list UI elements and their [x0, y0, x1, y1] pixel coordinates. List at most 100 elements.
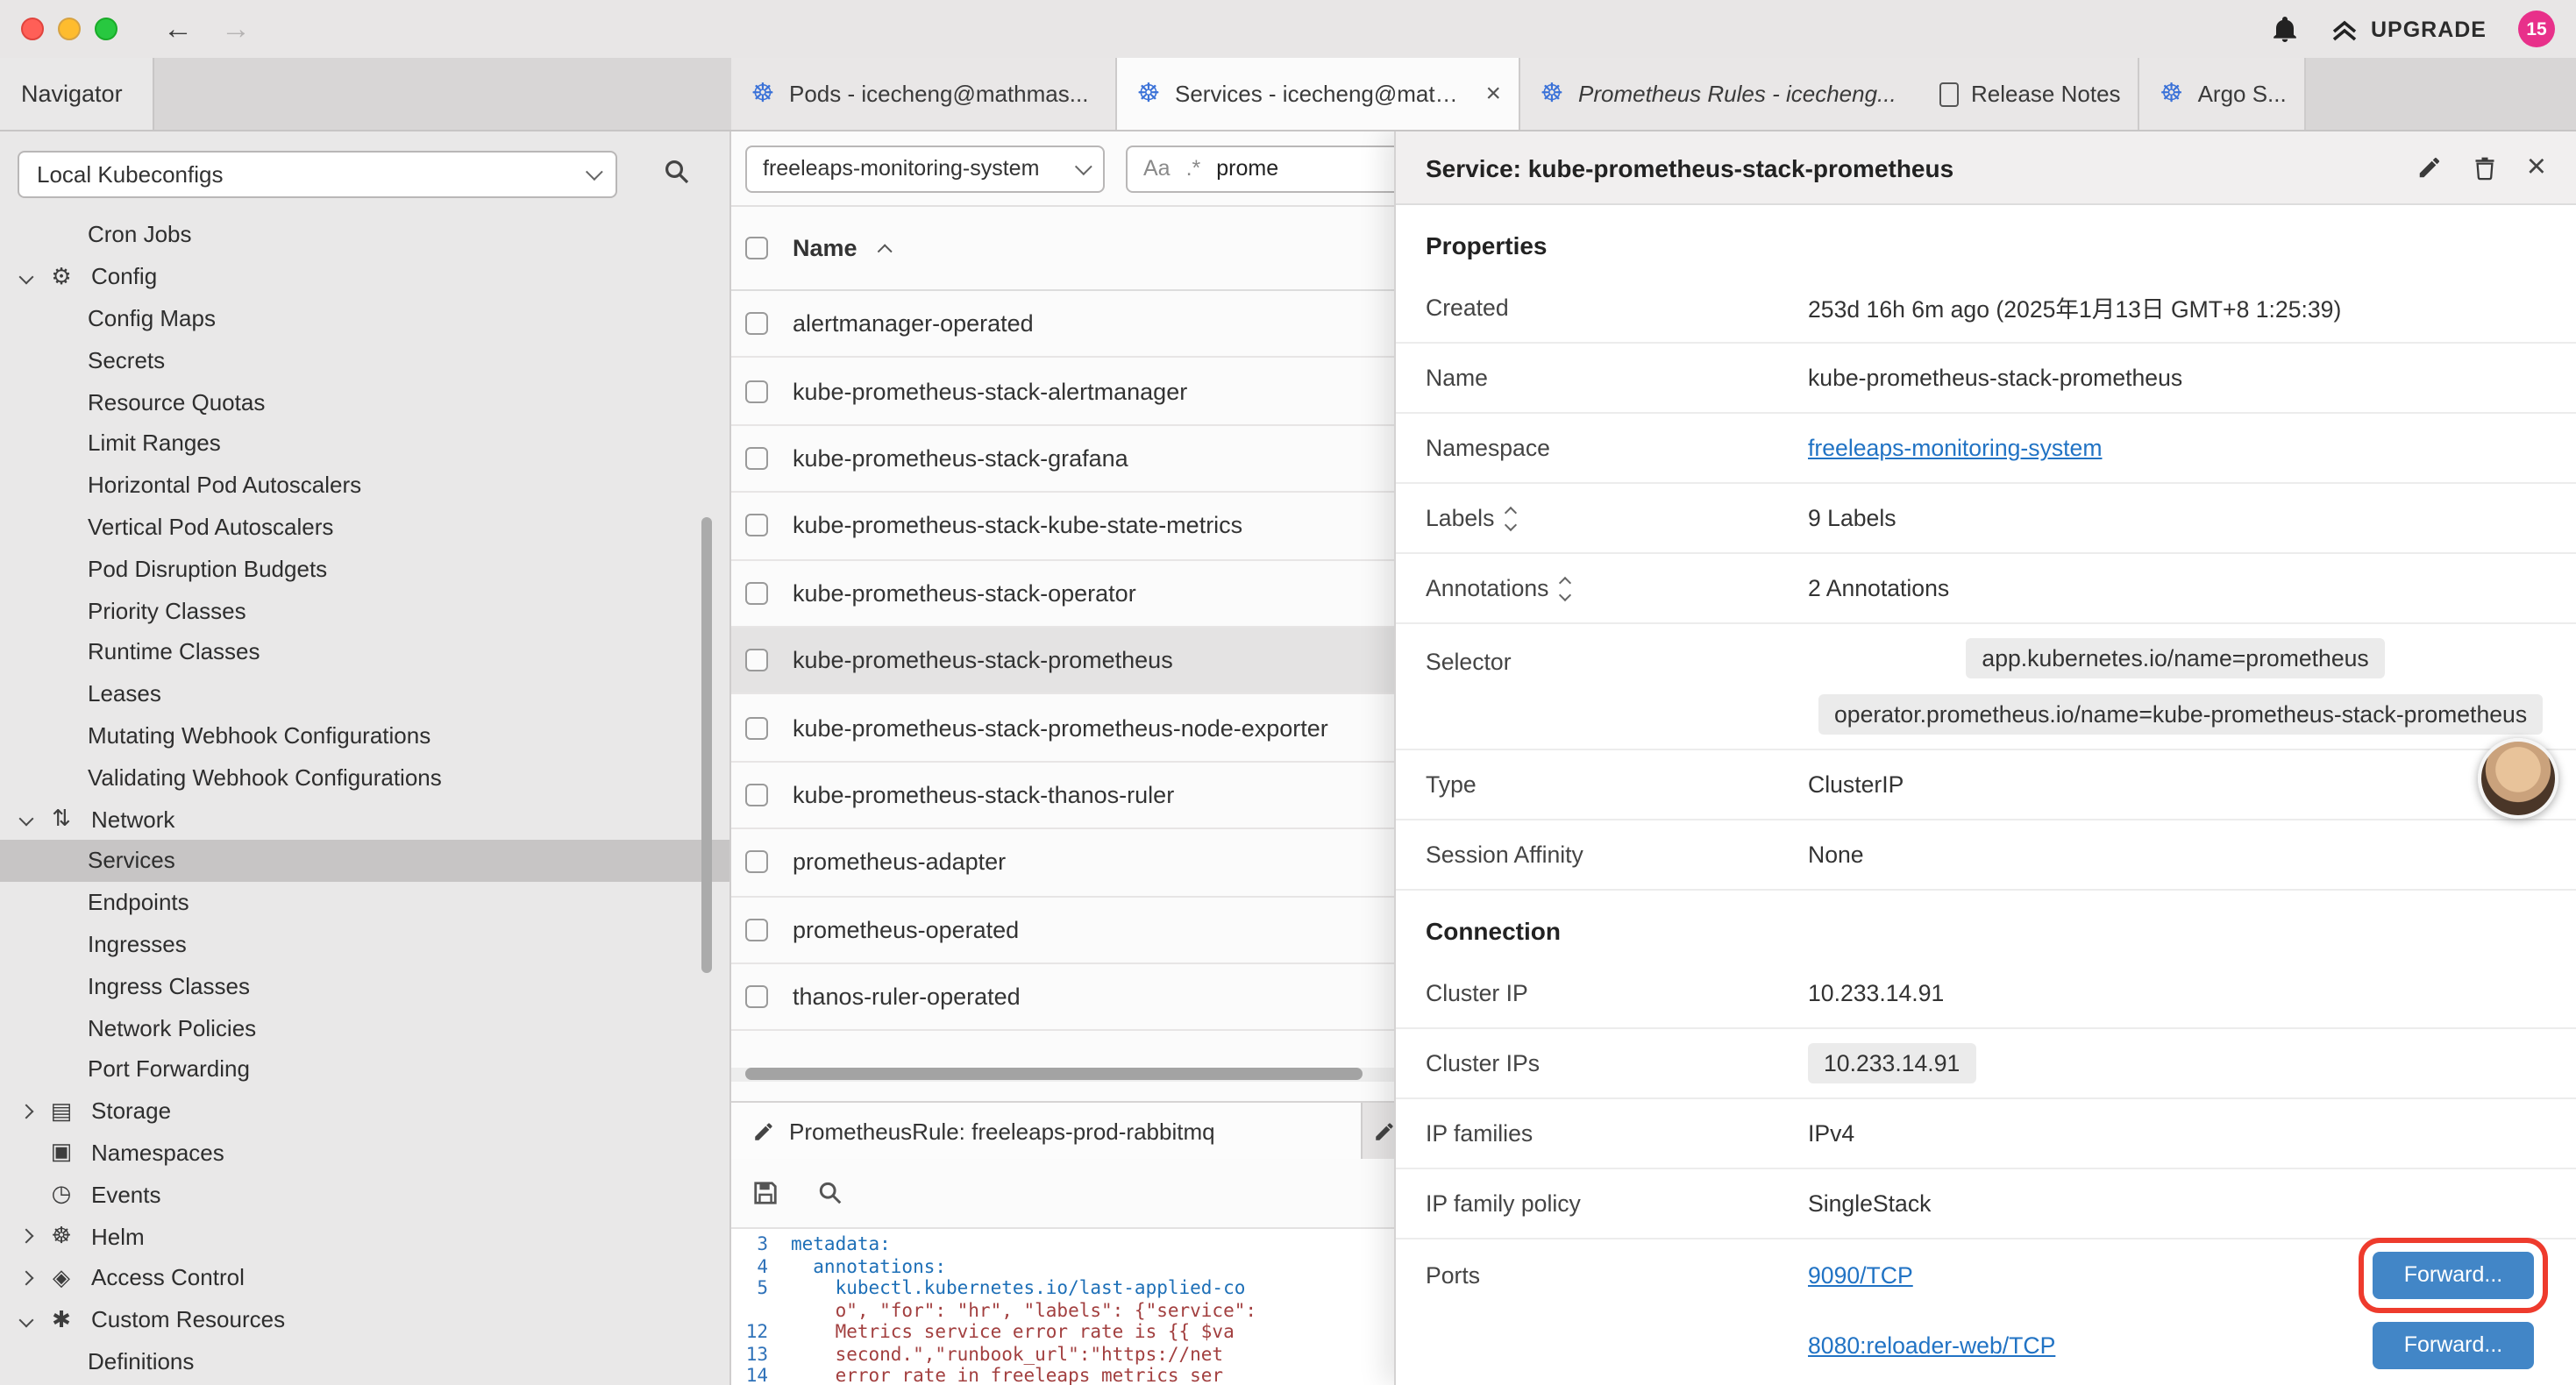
sidebar-item[interactable]: Resource Quotas [0, 380, 729, 423]
tree-item-icon [46, 1097, 77, 1125]
back-button[interactable] [163, 14, 193, 44]
sidebar-item[interactable]: Pod Disruption Budgets [0, 548, 729, 590]
row-checkbox[interactable] [745, 380, 768, 402]
close-icon[interactable] [2527, 151, 2546, 184]
sidebar-item[interactable]: Services [0, 840, 729, 882]
pencil-icon [1373, 1119, 1396, 1142]
port-link[interactable]: 9090/TCP [1808, 1261, 1913, 1288]
maximize-window-button[interactable] [95, 18, 117, 40]
sidebar-item[interactable]: Network Policies [0, 1006, 729, 1048]
delete-trash-icon[interactable] [2473, 154, 2497, 181]
resource-tree: Cron Jobs Config Config Maps [0, 214, 729, 1382]
name-column-header[interactable]: Name [793, 235, 857, 261]
sidebar-item[interactable]: Events [0, 1174, 729, 1216]
select-all-checkbox[interactable] [745, 237, 768, 259]
horizontal-scrollbar[interactable] [731, 1068, 1394, 1082]
editor-tab[interactable]: Services - icecheng@math... [1117, 58, 1520, 130]
editor-tab[interactable]: Prometheus Rules - icecheng... [1520, 58, 1922, 130]
sidebar-item[interactable]: Priority Classes [0, 589, 729, 631]
row-checkbox[interactable] [745, 312, 768, 335]
save-icon[interactable] [752, 1180, 779, 1206]
drawer-row-session-affinity: Session Affinity None [1396, 820, 2576, 891]
sidebar-item[interactable]: Limit Ranges [0, 423, 729, 465]
sidebar-item[interactable]: Definitions [0, 1340, 729, 1382]
sidebar-item[interactable]: Runtime Classes [0, 631, 729, 673]
sidebar-item[interactable]: Namespaces [0, 1132, 729, 1174]
sidebar-item-label: Network [91, 806, 174, 832]
sidebar-item[interactable]: Horizontal Pod Autoscalers [0, 465, 729, 507]
match-case-icon[interactable]: Aa [1143, 156, 1171, 181]
row-checkbox[interactable] [745, 784, 768, 806]
sort-ascending-icon[interactable] [877, 243, 892, 258]
minimize-window-button[interactable] [58, 18, 81, 40]
sidebar-scrollbar[interactable] [701, 517, 712, 973]
sidebar-item[interactable]: Network [0, 798, 729, 840]
edit-pencil-icon[interactable] [2416, 154, 2443, 181]
row-checkbox[interactable] [745, 515, 768, 537]
sidebar-item[interactable]: Vertical Pod Autoscalers [0, 506, 729, 548]
line-number [731, 1300, 791, 1322]
regex-icon[interactable]: .* [1186, 156, 1201, 181]
sidebar-item[interactable]: Config [0, 256, 729, 298]
expand-collapse-icon[interactable] [1561, 578, 1569, 599]
row-checkbox[interactable] [745, 582, 768, 605]
tab-label: Argo S... [2198, 81, 2287, 107]
search-icon[interactable] [663, 158, 691, 186]
sidebar-item[interactable]: Custom Resources [0, 1298, 729, 1340]
scrollbar-thumb[interactable] [745, 1068, 1363, 1080]
dock-tab-active[interactable]: PrometheusRule: freeleaps-prod-rabbitmq [731, 1103, 1363, 1159]
sidebar-item[interactable]: Endpoints [0, 882, 729, 924]
tree-chevron-icon [19, 1104, 34, 1119]
row-checkbox[interactable] [745, 985, 768, 1008]
row-checkbox[interactable] [745, 918, 768, 941]
editor-tab[interactable]: Argo S... [2140, 58, 2306, 130]
notifications-bell-icon[interactable] [2271, 15, 2299, 43]
sidebar-item[interactable]: Leases [0, 673, 729, 715]
upgrade-button[interactable]: UPGRADE [2330, 17, 2487, 41]
dock-tab-next[interactable] [1363, 1103, 1391, 1159]
close-window-button[interactable] [21, 18, 44, 40]
sidebar-item[interactable]: Ingresses [0, 923, 729, 965]
sidebar-item-label: Events [91, 1181, 161, 1207]
search-icon[interactable] [817, 1180, 843, 1206]
sidebar-item[interactable]: Secrets [0, 339, 729, 381]
navigator-panel-tab[interactable]: Navigator [0, 58, 154, 130]
row-checkbox[interactable] [745, 716, 768, 739]
sidebar-item[interactable]: Storage [0, 1090, 729, 1132]
line-content: metadata: [791, 1234, 891, 1256]
sidebar-item[interactable]: Validating Webhook Configurations [0, 756, 729, 799]
sidebar-item[interactable]: Cron Jobs [0, 214, 729, 256]
drawer-row-name: Name kube-prometheus-stack-prometheus [1396, 344, 2576, 414]
labels-count[interactable]: 9 Labels [1808, 505, 1896, 531]
forward-button[interactable]: Forward... [2373, 1321, 2534, 1368]
editor-tab[interactable]: Release Notes [1922, 58, 2140, 130]
row-checkbox[interactable] [745, 851, 768, 874]
editor-tab[interactable]: Pods - icecheng@mathmas... [731, 58, 1117, 130]
sidebar-item-label: Ingresses [88, 931, 187, 957]
row-checkbox[interactable] [745, 649, 768, 671]
port-line: 8080:reloader-web/TCP Forward... [1808, 1310, 2546, 1380]
sidebar-item-label: Namespaces [91, 1140, 224, 1166]
dock-tab-label: PrometheusRule: freeleaps-prod-rabbitmq [789, 1118, 1215, 1144]
namespace-filter-select[interactable]: freeleaps-monitoring-system [745, 145, 1105, 192]
forward-button[interactable]: Forward... [2373, 1251, 2534, 1298]
notification-count-badge[interactable]: 15 [2518, 11, 2555, 47]
sidebar-item[interactable]: Config Maps [0, 297, 729, 339]
annotations-count[interactable]: 2 Annotations [1808, 575, 1949, 601]
expand-collapse-icon[interactable] [1506, 508, 1515, 529]
search-input[interactable]: Aa .* prome [1126, 145, 1427, 192]
service-name: kube-prometheus-stack-grafana [793, 445, 1128, 472]
namespace-link[interactable]: freeleaps-monitoring-system [1808, 435, 2103, 461]
service-name: kube-prometheus-stack-operator [793, 580, 1136, 607]
kubeconfig-selector[interactable]: Local Kubeconfigs [18, 151, 617, 198]
sidebar-item[interactable]: Ingress Classes [0, 965, 729, 1007]
sidebar-item[interactable]: Helm [0, 1215, 729, 1257]
sidebar-item[interactable]: Mutating Webhook Configurations [0, 714, 729, 756]
sidebar-item[interactable]: Access Control [0, 1257, 729, 1299]
user-avatar[interactable] [2478, 738, 2558, 819]
row-checkbox[interactable] [745, 447, 768, 470]
sidebar-item[interactable]: Port Forwarding [0, 1048, 729, 1090]
port-link[interactable]: 8080:reloader-web/TCP [1808, 1332, 2055, 1358]
property-label: Annotations [1426, 575, 1548, 601]
close-icon[interactable] [1485, 79, 1501, 109]
